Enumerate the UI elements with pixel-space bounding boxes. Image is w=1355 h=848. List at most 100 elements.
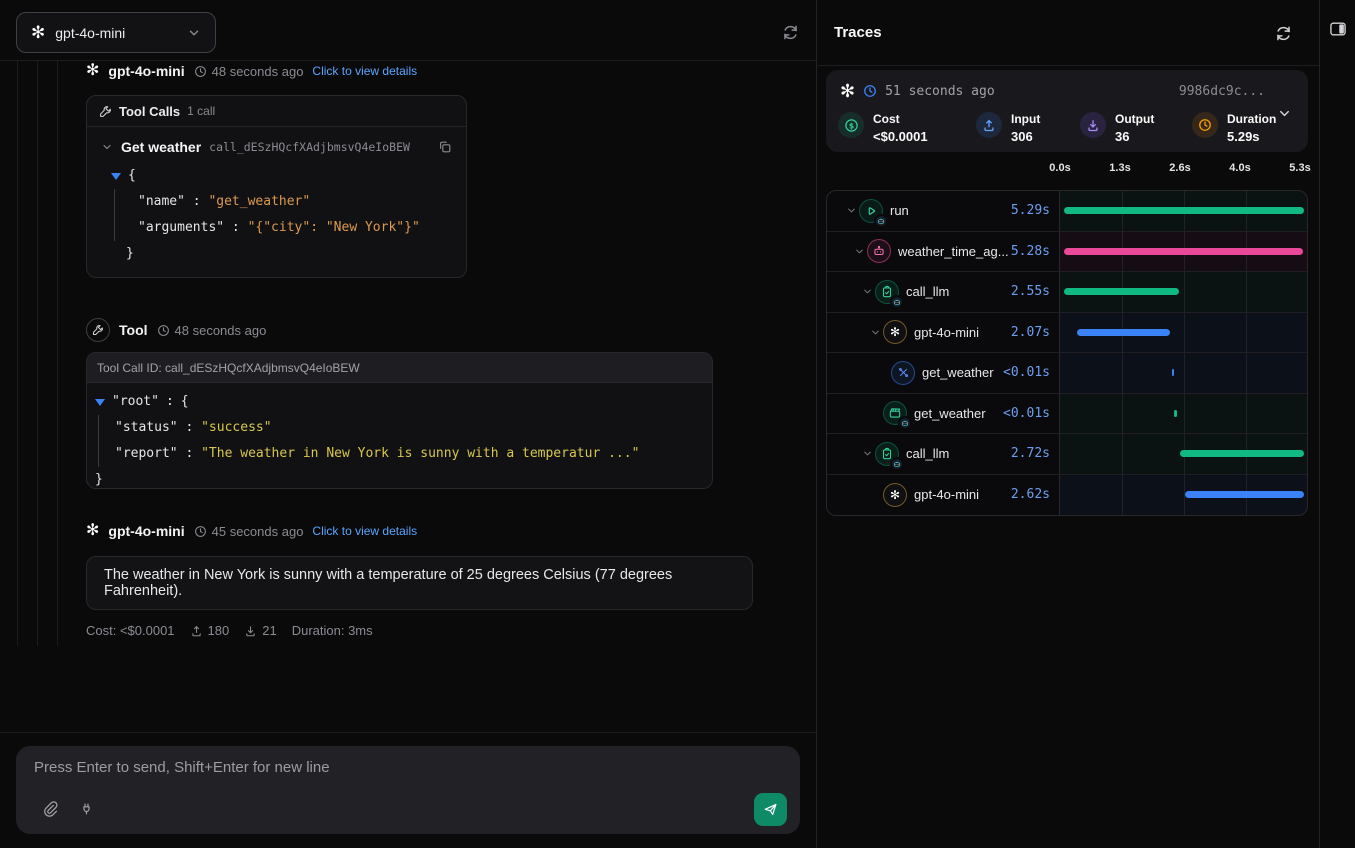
play-icon: [859, 199, 883, 223]
json-value: "{"city": "New York"}": [248, 220, 420, 235]
output-stat: Output 36: [1080, 110, 1154, 146]
clapper-icon: [883, 401, 907, 425]
span-timeline-cell: [1059, 394, 1307, 434]
attach-file-button[interactable]: [42, 800, 62, 820]
message-sender: gpt-4o-mini: [108, 523, 184, 539]
cost-stat: $ Cost<$0.0001: [838, 110, 928, 146]
stat-value: 36: [1115, 129, 1129, 144]
openai-icon: ✻: [883, 320, 907, 344]
span-bar: [1064, 248, 1303, 255]
upload-icon: [976, 112, 1002, 138]
tool-calls-title: Tool Calls: [119, 104, 180, 119]
message-timestamp: 48 seconds ago: [194, 64, 304, 79]
chevron-down-icon[interactable]: [859, 448, 875, 459]
robot-badge-icon: [890, 457, 904, 471]
copy-icon[interactable]: [438, 140, 452, 154]
json-collapse-toggle[interactable]: [95, 399, 105, 406]
toggle-panel-button[interactable]: [1327, 18, 1349, 40]
json-collapse-toggle[interactable]: [111, 173, 121, 180]
timeline-tick-label: 1.3s: [1109, 162, 1130, 174]
span-timeline-cell: [1059, 313, 1307, 353]
duration-stat: Duration5.29s: [1192, 110, 1276, 146]
chat-panel: ✻ gpt-4o-mini ✻ gpt-4o-mini 4: [0, 0, 817, 848]
clock-icon: [863, 84, 877, 98]
json-key: "root": [112, 389, 159, 415]
refresh-icon: [1275, 25, 1292, 42]
span-timeline-cell: [1059, 232, 1307, 272]
trace-span-row[interactable]: run5.29s: [827, 191, 1307, 232]
tool-call-row[interactable]: Get weather call_dESzHQcfXAdjbmsvQ4eIoBE…: [87, 127, 466, 155]
model-selector-dropdown[interactable]: ✻ gpt-4o-mini: [16, 12, 216, 53]
json-key: "name": [138, 194, 185, 209]
message-timestamp: 45 seconds ago: [194, 524, 304, 539]
span-duration: <0.01s: [1003, 365, 1059, 380]
tool-calls-card: Tool Calls 1 call Get weather call_dESzH…: [86, 95, 467, 278]
json-brace: {: [128, 163, 136, 189]
trace-span-row[interactable]: call_llm2.72s: [827, 434, 1307, 475]
chevron-down-icon[interactable]: [843, 205, 859, 216]
trace-id: 9986dc9c...: [1179, 84, 1265, 99]
span-bar: [1180, 450, 1303, 457]
traces-header: Traces: [818, 0, 1319, 66]
chevron-down-icon[interactable]: [1277, 106, 1292, 121]
span-duration: 2.72s: [1011, 446, 1059, 461]
span-bar: [1174, 410, 1177, 417]
message-sender: gpt-4o-mini: [108, 63, 184, 79]
refresh-icon: [782, 24, 799, 41]
span-timeline-cell: [1059, 272, 1307, 312]
refresh-traces-button[interactable]: [1274, 24, 1292, 42]
refresh-chat-button[interactable]: [781, 23, 799, 41]
send-button[interactable]: [754, 793, 787, 826]
span-duration: 2.55s: [1011, 284, 1059, 299]
timeline-tick-label: 4.0s: [1229, 162, 1250, 174]
span-duration: 2.07s: [1011, 325, 1059, 340]
message-input[interactable]: [34, 759, 774, 789]
chevron-down-icon[interactable]: [867, 327, 883, 338]
clock-icon: [194, 65, 207, 78]
trace-summary-top-row: ✻ 51 seconds ago 9986dc9c...: [840, 82, 1265, 100]
trace-span-row[interactable]: weather_time_ag...5.28s: [827, 232, 1307, 273]
trace-span-row[interactable]: call_llm 2.55s: [827, 272, 1307, 313]
trace-span-row[interactable]: ✻gpt-4o-mini2.07s: [827, 313, 1307, 354]
tools-plugin-button[interactable]: [78, 800, 98, 820]
stat-label: Output: [1115, 112, 1154, 126]
trace-span-row[interactable]: get_weather<0.01s: [827, 353, 1307, 394]
tool-message-header: Tool 48 seconds ago: [86, 321, 266, 339]
thread-guide-line: [17, 61, 18, 646]
clock-icon: [1192, 112, 1218, 138]
panel-right-icon: [1328, 19, 1348, 39]
trace-summary-card[interactable]: ✻ 51 seconds ago 9986dc9c... $ Cost<$0.0…: [826, 70, 1308, 152]
view-details-link[interactable]: Click to view details: [312, 524, 417, 538]
clipboard-icon: [875, 442, 899, 466]
timeline-axis: 0.0s1.3s2.6s4.0s5.3s: [826, 162, 1308, 178]
openai-logo-icon: ✻: [86, 63, 99, 79]
model-selector-value: gpt-4o-mini: [55, 25, 177, 41]
span-name: call_llm: [906, 284, 949, 299]
thread-guide-line: [57, 61, 58, 646]
side-strip: [1321, 0, 1355, 848]
assistant-message-header: ✻ gpt-4o-mini 45 seconds ago Click to vi…: [86, 522, 417, 540]
timeline-tick-label: 5.3s: [1289, 162, 1310, 174]
chevron-down-icon[interactable]: [859, 286, 875, 297]
svg-text:$: $: [848, 121, 853, 130]
openai-logo-icon: ✻: [840, 82, 855, 100]
span-duration: 2.62s: [1011, 487, 1059, 502]
span-bar: [1064, 207, 1304, 214]
chevron-down-icon[interactable]: [851, 246, 867, 257]
robot-badge-icon: [874, 214, 888, 228]
openai-icon: ✻: [883, 483, 907, 507]
view-details-link[interactable]: Click to view details: [312, 64, 417, 78]
openai-logo-icon: ✻: [86, 523, 99, 539]
download-icon: [1080, 112, 1106, 138]
stat-label: Cost: [873, 112, 900, 126]
tool-result-card: Tool Call ID: call_dESzHQcfXAdjbmsvQ4eIo…: [86, 352, 713, 489]
chevron-down-icon: [187, 26, 201, 40]
trace-span-row[interactable]: ✻gpt-4o-mini2.62s: [827, 475, 1307, 516]
assistant-message-text: The weather in New York is sunny with a …: [104, 567, 735, 599]
json-brace: }: [95, 467, 700, 489]
trace-timestamp: 51 seconds ago: [885, 84, 995, 99]
json-value: "The weather in New York is sunny with a…: [201, 446, 639, 461]
paperclip-icon: [42, 800, 60, 818]
trace-span-row[interactable]: get_weather<0.01s: [827, 394, 1307, 435]
thread-guide-line: [37, 61, 38, 646]
